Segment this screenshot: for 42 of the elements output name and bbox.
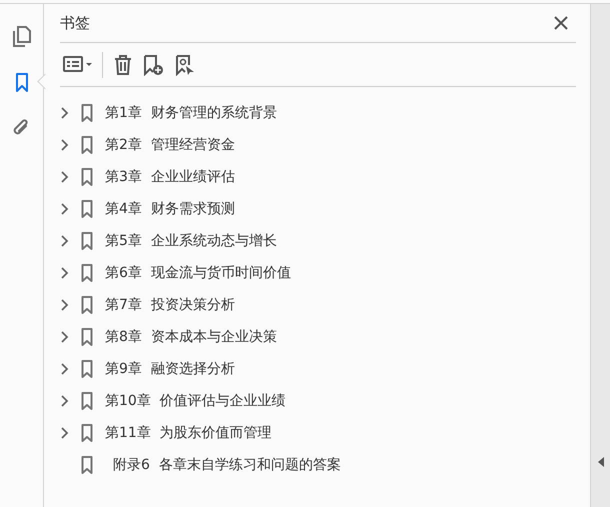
bookmark-item[interactable]: 第7章 投资决策分析 [105,296,235,314]
bookmark-item[interactable]: 第11章 为股东价值而管理 [105,424,272,442]
bookmark-item[interactable]: 第4章 财务需求预测 [105,200,235,218]
bookmark-icon [81,136,93,154]
panel-title: 书签 [60,14,90,32]
bookmark-item[interactable]: 第1章 财务管理的系统背景 [105,104,277,122]
bookmark-icon [81,264,93,282]
expand-icon[interactable] [61,171,69,183]
bookmark-icon [81,168,93,186]
bookmark-icon [81,456,93,474]
bookmark-item[interactable]: 第6章 现金流与货币时间价值 [105,264,291,282]
bookmark-item[interactable]: 附录6 各章末自学练习和问题的答案 [113,456,341,474]
bookmark-icon [81,392,93,410]
expand-icon[interactable] [61,427,69,439]
bookmark-icon [81,360,93,378]
expand-icon[interactable] [61,139,69,151]
expand-icon[interactable] [61,299,69,311]
bookmark-item[interactable]: 第9章 融资选择分析 [105,360,235,378]
collapse-icon[interactable] [598,457,604,467]
bookmark-add-icon[interactable] [143,54,165,76]
bookmark-icon [81,296,93,314]
bookmark-cursor-icon[interactable] [174,54,196,76]
bookmark-icon [81,232,93,250]
bookmark-item[interactable]: 第10章 价值评估与企业业绩 [105,392,286,410]
pages-icon[interactable] [12,26,32,48]
expand-icon[interactable] [61,395,69,407]
bookmark-icon [81,200,93,218]
bookmark-item[interactable]: 第5章 企业系统动态与增长 [105,232,277,250]
trash-icon[interactable] [112,54,134,76]
expand-icon[interactable] [61,363,69,375]
expand-icon[interactable] [61,107,69,119]
expand-icon[interactable] [61,235,69,247]
bookmark-item[interactable]: 第2章 管理经营资金 [105,136,235,154]
bookmark-icon [81,104,93,122]
expand-icon[interactable] [61,331,69,343]
close-icon[interactable] [554,16,568,30]
bookmark-icon [81,424,93,442]
expand-icon[interactable] [61,203,69,215]
expand-icon[interactable] [61,267,69,279]
bookmark-item[interactable]: 第8章 资本成本与企业决策 [105,328,277,346]
bookmark-item[interactable]: 第3章 企业业绩评估 [105,168,235,186]
bookmark-icon [81,328,93,346]
